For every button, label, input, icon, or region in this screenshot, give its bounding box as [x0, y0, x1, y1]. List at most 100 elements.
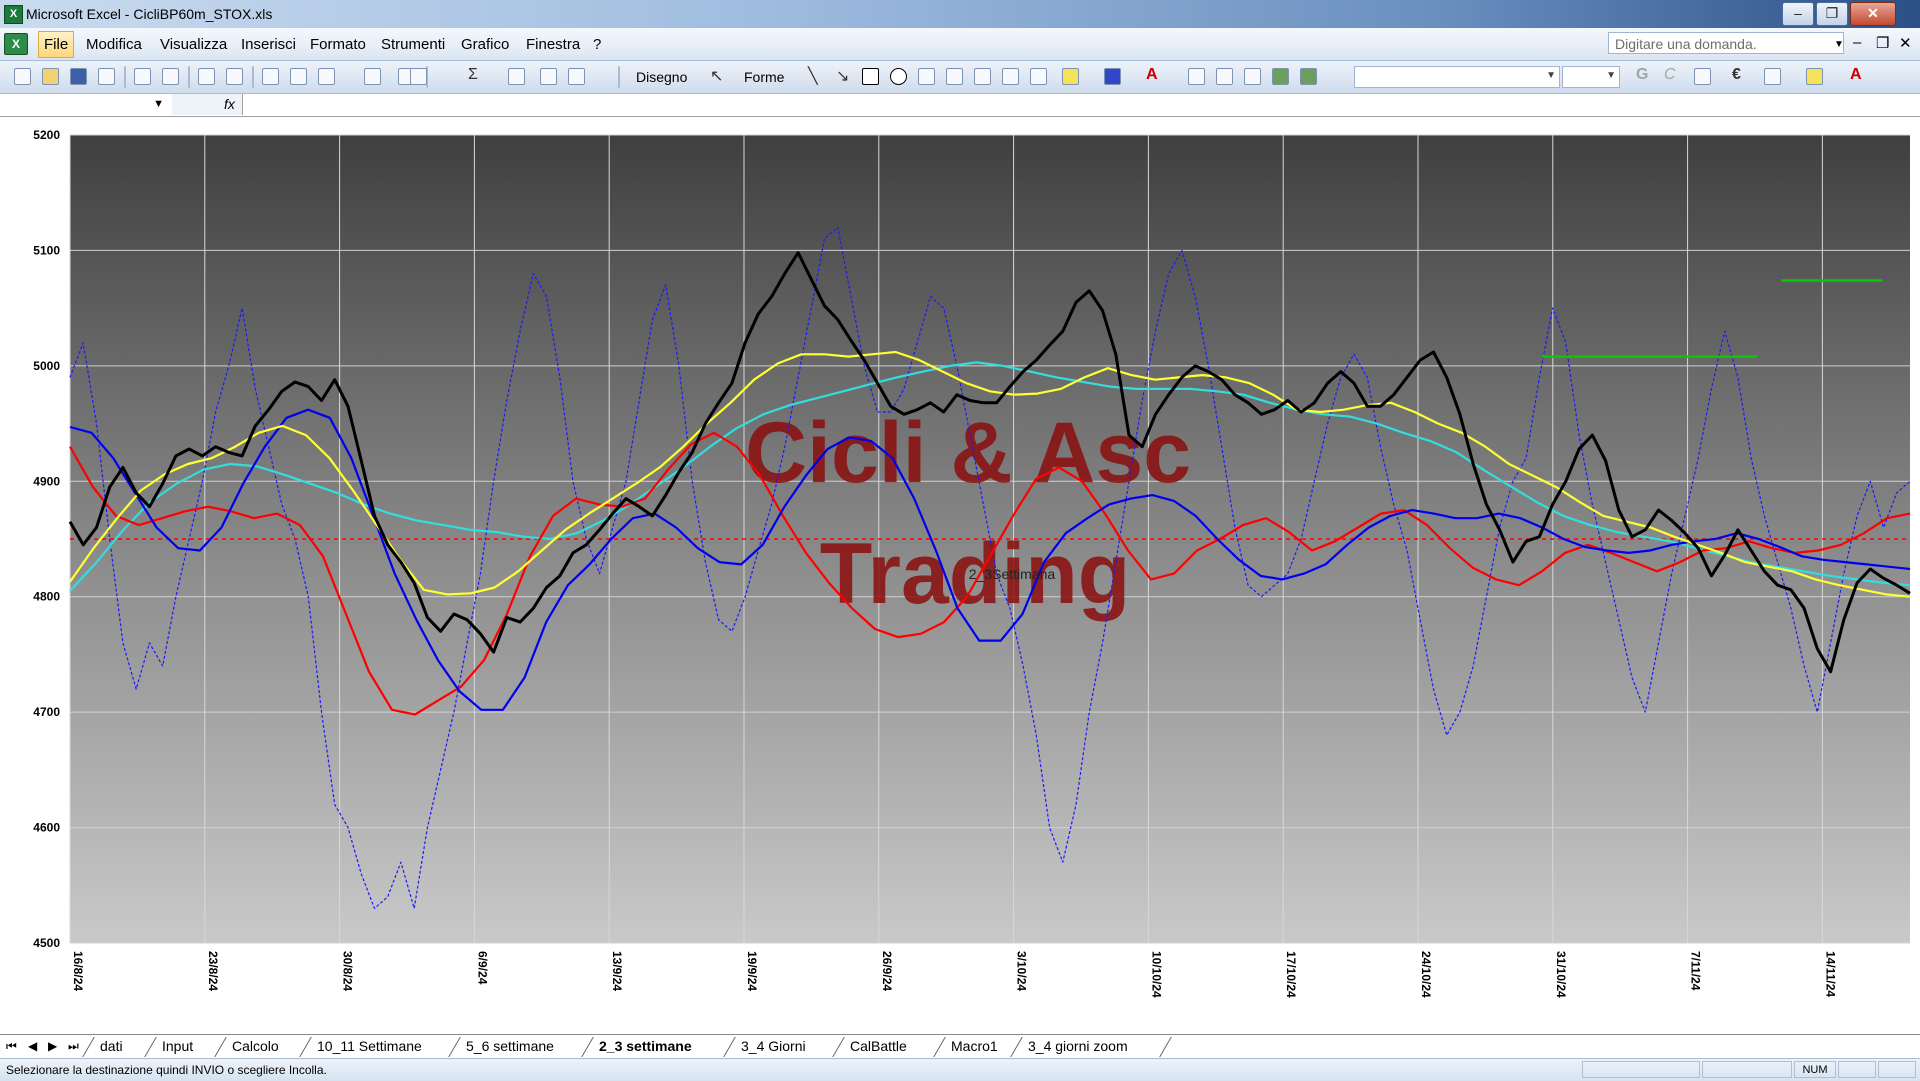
first-sheet-icon[interactable]: ⏮ [6, 1039, 17, 1054]
menu-grafico[interactable]: Grafico [461, 36, 509, 53]
next-sheet-icon[interactable]: ▶ [48, 1039, 57, 1053]
menu-file[interactable]: File [38, 31, 75, 58]
draw-menu[interactable]: Disegno [636, 69, 687, 85]
separator [124, 66, 126, 88]
permission-icon[interactable] [98, 68, 115, 85]
pointer-icon[interactable]: ↖ [710, 66, 723, 86]
status-cell [1702, 1061, 1792, 1078]
fill-color-icon[interactable] [1062, 68, 1079, 85]
insert-function-button[interactable]: fx [172, 94, 243, 115]
sheet-tab[interactable]: dati [100, 1035, 123, 1057]
arrow-icon[interactable]: ↘ [836, 66, 849, 86]
y-tick-label: 4500 [33, 936, 60, 950]
menu-help[interactable]: ? [593, 36, 601, 53]
tab-separator [581, 1037, 594, 1057]
watermark-line-1: Cicli & Asc [745, 405, 1191, 501]
sheet-tab[interactable]: Macro1 [951, 1035, 998, 1057]
sheet-tab[interactable]: 3_4 giorni zoom [1028, 1035, 1128, 1057]
menu-formato[interactable]: Formato [310, 36, 366, 53]
undo-icon[interactable] [364, 68, 381, 85]
menu-finestra[interactable]: Finestra [526, 36, 580, 53]
chart-svg[interactable]: 5200 5100 5000 4900 4800 4700 4600 4500 16/8/24 2… [0, 117, 1920, 1034]
name-box[interactable]: ▼ [0, 94, 173, 115]
clipart-icon[interactable] [1002, 68, 1019, 85]
menu-inserisci[interactable]: Inserisci [241, 36, 296, 53]
doc-restore-button[interactable]: ❐ [1876, 34, 1889, 52]
sort-ascending-icon[interactable] [508, 68, 525, 85]
picture-icon[interactable] [1030, 68, 1047, 85]
new-icon[interactable] [14, 68, 31, 85]
euro-icon[interactable]: € [1732, 66, 1741, 84]
3d-icon[interactable] [1300, 68, 1317, 85]
research-icon[interactable] [226, 68, 243, 85]
status-cell [1838, 1061, 1876, 1078]
chevron-down-icon[interactable]: ▼ [1834, 39, 1844, 50]
font-color-icon[interactable]: A [1146, 66, 1158, 84]
copy-icon[interactable] [290, 68, 307, 85]
prev-sheet-icon[interactable]: ◀ [28, 1039, 37, 1053]
wordart-icon[interactable] [946, 68, 963, 85]
x-tick-label: 10/10/24 [1149, 951, 1163, 998]
menu-visualizza[interactable]: Visualizza [160, 36, 227, 53]
tab-separator [144, 1037, 157, 1057]
last-sheet-icon[interactable]: ⏭ [68, 1039, 79, 1054]
align-icon[interactable] [1694, 68, 1711, 85]
y-tick-label: 4700 [33, 705, 60, 719]
minimize-button[interactable]: – [1782, 2, 1814, 26]
line-icon[interactable]: ╲ [808, 66, 818, 86]
arrow-style-icon[interactable] [1244, 68, 1261, 85]
doc-close-button[interactable]: ✕ [1899, 34, 1912, 52]
help-search-input[interactable]: Digitare una domanda. [1608, 32, 1844, 54]
toolbar: Σ Disegno ↖ Forme ╲ ↘ A ▼ ▼ G C € A [0, 61, 1920, 94]
tab-separator [299, 1037, 312, 1057]
window-title: Microsoft Excel - CicliBP60m_STOX.xls [26, 6, 273, 22]
text-color-icon[interactable]: A [1850, 66, 1862, 84]
chart-area[interactable]: 5200 5100 5000 4900 4800 4700 4600 4500 16/8/24 2… [0, 117, 1920, 1034]
shadow-icon[interactable] [1272, 68, 1289, 85]
x-tick-label: 16/8/24 [71, 951, 85, 991]
sheet-tab[interactable]: 10_11 Settimane [317, 1035, 422, 1057]
print-icon[interactable] [134, 68, 151, 85]
save-icon[interactable] [70, 68, 87, 85]
sheet-tab[interactable]: Calcolo [232, 1035, 279, 1057]
dash-style-icon[interactable] [1216, 68, 1233, 85]
textbox-icon[interactable] [918, 68, 935, 85]
x-tick-label: 14/11/24 [1823, 951, 1837, 997]
workbook-icon[interactable]: X [4, 33, 28, 55]
help-icon[interactable] [568, 68, 585, 85]
y-tick-label: 4800 [33, 590, 60, 604]
bold-icon[interactable]: G [1636, 66, 1648, 84]
line-style-icon[interactable] [1188, 68, 1205, 85]
doc-minimize-button[interactable]: – [1853, 34, 1861, 51]
sheet-tab[interactable]: 3_4 Giorni [741, 1035, 806, 1057]
autosum-icon[interactable]: Σ [468, 66, 478, 84]
borders-icon[interactable] [1764, 68, 1781, 85]
hyperlink-icon[interactable] [410, 68, 427, 85]
sheet-tab[interactable]: 2_3 settimane [599, 1035, 692, 1057]
sheet-tab[interactable]: 5_6 settimane [466, 1035, 554, 1057]
rectangle-icon[interactable] [862, 68, 879, 85]
cut-icon[interactable] [262, 68, 279, 85]
maximize-button[interactable]: ❐ [1816, 2, 1848, 26]
excel-icon[interactable]: X [4, 5, 23, 24]
font-name-combo[interactable]: ▼ [1354, 66, 1560, 88]
menu-modifica[interactable]: Modifica [86, 36, 142, 53]
spelling-icon[interactable] [198, 68, 215, 85]
chevron-down-icon[interactable]: ▼ [153, 98, 164, 110]
close-button[interactable]: ✕ [1850, 2, 1896, 26]
shapes-menu[interactable]: Forme [744, 69, 784, 85]
fill-color-cell-icon[interactable] [1806, 68, 1823, 85]
menu-strumenti[interactable]: Strumenti [381, 36, 445, 53]
open-icon[interactable] [42, 68, 59, 85]
print-preview-icon[interactable] [162, 68, 179, 85]
line-color-icon[interactable] [1104, 68, 1121, 85]
oval-icon[interactable] [890, 68, 907, 85]
chart-wizard-icon[interactable] [540, 68, 557, 85]
sheet-tab[interactable]: CalBattle [850, 1035, 907, 1057]
diagram-icon[interactable] [974, 68, 991, 85]
x-tick-label: 26/9/24 [880, 951, 894, 991]
sheet-tab[interactable]: Input [162, 1035, 193, 1057]
font-size-combo[interactable]: ▼ [1562, 66, 1620, 88]
paste-icon[interactable] [318, 68, 335, 85]
italic-icon[interactable]: C [1664, 66, 1676, 84]
